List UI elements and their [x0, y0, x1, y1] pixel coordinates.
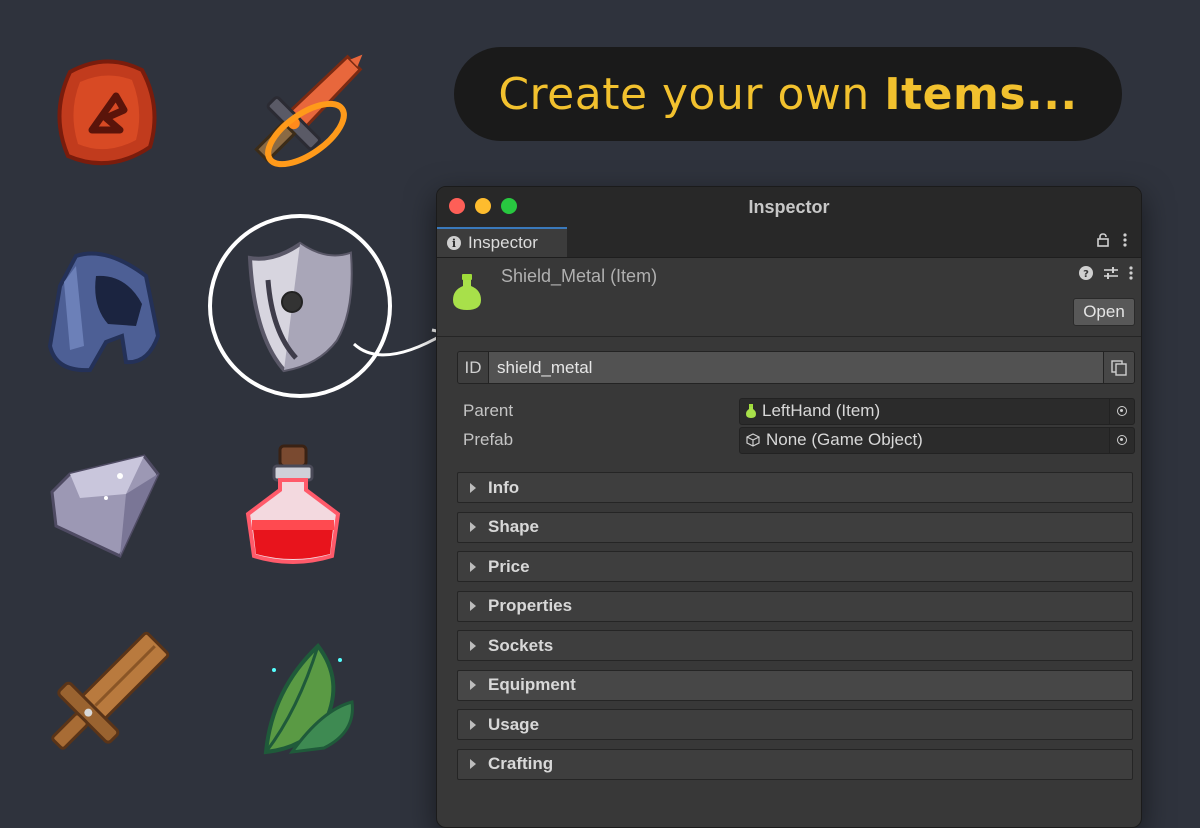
cube-icon [746, 433, 760, 447]
foldout-label: Info [488, 477, 520, 497]
maximize-button[interactable] [501, 198, 517, 214]
expand-arrow-icon [470, 719, 476, 730]
item-header: Shield_Metal (Item) ? Open [437, 258, 1141, 337]
parent-value: LeftHand (Item) [762, 401, 881, 420]
rune-stone-icon[interactable] [50, 52, 162, 174]
parent-object-field[interactable]: LeftHand (Item) [739, 397, 1135, 425]
svg-text:?: ? [1083, 269, 1089, 280]
expand-arrow-icon [470, 601, 476, 611]
prefab-object-field[interactable]: None (Game Object) [739, 426, 1135, 454]
herb-leaf-icon[interactable] [252, 640, 360, 758]
inspector-window: Inspector i Inspector Shield_Metal (Item… [436, 186, 1142, 828]
foldout-info[interactable]: Info [457, 472, 1133, 503]
prefab-picker-icon[interactable] [1109, 427, 1134, 453]
foldout-usage[interactable]: Usage [457, 709, 1133, 740]
prefab-value: None (Game Object) [766, 430, 923, 449]
tab-menu-icon[interactable] [1123, 233, 1127, 247]
headline-banner: Create your own Items... [454, 47, 1122, 141]
id-field: ID shield_metal [457, 351, 1135, 384]
foldout-label: Shape [488, 517, 540, 536]
crystal-stone-icon[interactable] [50, 450, 162, 560]
shield-icon[interactable] [244, 240, 356, 374]
helmet-icon[interactable] [46, 246, 166, 378]
close-button[interactable] [449, 198, 465, 214]
foldout-equipment[interactable]: Equipment [457, 669, 1133, 701]
info-icon: i [447, 236, 461, 250]
foldout-label: Price [488, 556, 530, 576]
minimize-button[interactable] [475, 198, 491, 214]
id-label: ID [458, 352, 489, 383]
prefab-label: Prefab [463, 430, 514, 449]
tab-tools [1097, 233, 1127, 247]
red-potion-icon[interactable] [240, 444, 346, 570]
item-name: Shield_Metal (Item) [501, 266, 658, 286]
expand-arrow-icon [470, 561, 476, 572]
headline-bold-text: Items... [884, 68, 1078, 120]
lock-icon[interactable] [1097, 233, 1109, 247]
potion-item-icon [453, 274, 481, 310]
parent-field: Parent LeftHand (Item) [463, 397, 1135, 425]
foldout-sockets[interactable]: Sockets [457, 630, 1133, 661]
help-icon[interactable]: ? [1079, 266, 1093, 280]
foldout-price[interactable]: Price [457, 551, 1133, 582]
tab-label: Inspector [468, 233, 538, 252]
expand-arrow-icon [470, 759, 476, 769]
wooden-sword-icon[interactable] [40, 628, 172, 762]
open-button[interactable]: Open [1073, 298, 1135, 326]
foldout-crafting[interactable]: Crafting [457, 748, 1133, 780]
foldout-label: Equipment [488, 675, 576, 694]
settings-sliders-icon[interactable] [1103, 266, 1119, 280]
expand-arrow-icon [470, 640, 476, 651]
foldout-properties[interactable]: Properties [457, 590, 1133, 622]
flaming-sword-icon[interactable] [236, 46, 370, 182]
expand-arrow-icon [470, 680, 476, 690]
potion-icon [746, 404, 756, 418]
foldout-label: Properties [488, 596, 573, 615]
window-controls [449, 198, 517, 214]
copy-icon[interactable] [1103, 352, 1134, 383]
expand-arrow-icon [470, 522, 476, 532]
window-title: Inspector [748, 196, 830, 217]
prefab-field: Prefab None (Game Object) [463, 426, 1135, 454]
id-input[interactable]: shield_metal [489, 352, 1103, 383]
tab-bar: i Inspector [437, 227, 1141, 258]
section-foldouts: Info Shape Price Properties Sockets Equi… [457, 472, 1133, 788]
window-titlebar: Inspector [437, 187, 1141, 227]
tab-inspector[interactable]: i Inspector [437, 227, 567, 257]
expand-arrow-icon [470, 482, 476, 493]
headline-regular-text: Create your own [498, 68, 885, 120]
parent-picker-icon[interactable] [1109, 398, 1134, 424]
header-tools: ? [1079, 266, 1133, 280]
foldout-label: Crafting [488, 754, 554, 773]
parent-label: Parent [463, 401, 514, 420]
foldout-shape[interactable]: Shape [457, 511, 1133, 543]
foldout-label: Usage [488, 714, 540, 734]
foldout-label: Sockets [488, 635, 554, 655]
header-menu-icon[interactable] [1129, 266, 1133, 280]
